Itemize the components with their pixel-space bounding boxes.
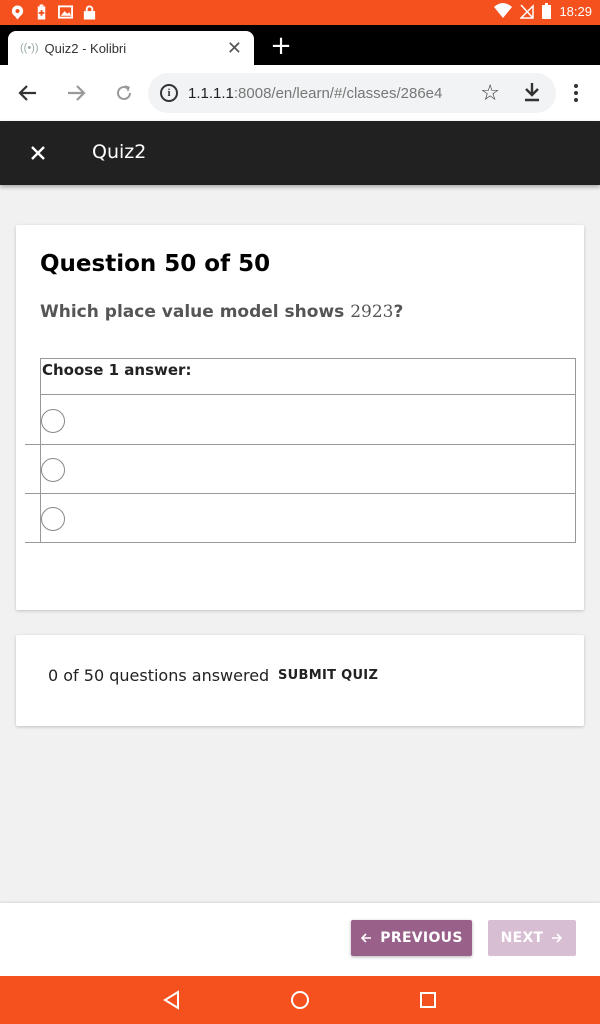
answer-choice-2[interactable] bbox=[25, 445, 576, 494]
wifi-icon bbox=[494, 3, 513, 18]
download-icon[interactable] bbox=[522, 81, 542, 107]
question-card: Question 50 of 50 Which place value mode… bbox=[16, 225, 584, 610]
answer-choices: Choose 1 answer: bbox=[25, 358, 576, 543]
radio-button[interactable] bbox=[41, 507, 65, 531]
status-time: 18:29 bbox=[559, 3, 592, 19]
arrow-left-icon bbox=[361, 933, 372, 943]
close-button[interactable] bbox=[24, 139, 52, 167]
close-icon bbox=[31, 146, 45, 160]
browser-toolbar: i 1.1.1.1:8008/en/learn/#/classes/286e4 … bbox=[0, 65, 600, 121]
address-bar[interactable]: i 1.1.1.1:8008/en/learn/#/classes/286e4 … bbox=[148, 73, 556, 113]
system-home-icon[interactable] bbox=[288, 988, 312, 1012]
question-heading: Question 50 of 50 bbox=[40, 251, 271, 277]
site-info-icon[interactable]: i bbox=[160, 84, 178, 102]
questions-answered-count: 0 of 50 questions answered bbox=[48, 666, 270, 685]
system-back-icon[interactable] bbox=[160, 988, 184, 1012]
browser-tab[interactable]: ((•)) Quiz2 - Kolibri ✕ bbox=[8, 31, 254, 65]
lock-icon bbox=[83, 5, 96, 20]
radio-button[interactable] bbox=[41, 458, 65, 482]
url-text: 1.1.1.1:8008/en/learn/#/classes/286e4 bbox=[188, 84, 443, 102]
reload-button[interactable] bbox=[110, 79, 138, 107]
new-tab-button[interactable]: + bbox=[268, 31, 294, 61]
arrow-right-icon bbox=[552, 933, 563, 943]
forward-button[interactable] bbox=[62, 79, 90, 107]
system-navigation-bar bbox=[0, 976, 600, 1024]
battery-icon bbox=[542, 3, 552, 19]
arrow-forward-icon bbox=[68, 85, 86, 101]
next-label: NEXT bbox=[500, 930, 544, 946]
image-icon bbox=[58, 5, 73, 19]
arrow-back-icon bbox=[18, 85, 36, 101]
reload-icon bbox=[117, 85, 131, 100]
radio-button[interactable] bbox=[41, 409, 65, 433]
quiz-progress-card: 0 of 50 questions answered SUBMIT QUIZ bbox=[16, 635, 584, 726]
next-button[interactable]: NEXT bbox=[488, 920, 576, 956]
answer-choice-1[interactable] bbox=[25, 396, 576, 445]
status-bar: 18:29 bbox=[0, 0, 600, 25]
browser-menu-icon[interactable] bbox=[566, 79, 586, 107]
back-button[interactable] bbox=[14, 79, 42, 107]
previous-button[interactable]: PREVIOUS bbox=[351, 920, 472, 956]
question-navigation: PREVIOUS NEXT bbox=[0, 903, 600, 976]
location-pin-icon bbox=[11, 5, 24, 20]
bookmark-star-icon[interactable]: ☆ bbox=[480, 81, 500, 106]
choose-answer-label: Choose 1 answer: bbox=[41, 359, 575, 395]
tab-close-icon[interactable]: ✕ bbox=[227, 38, 242, 59]
page-title: Quiz2 bbox=[92, 141, 147, 163]
tab-title: Quiz2 - Kolibri bbox=[44, 40, 127, 56]
system-recents-icon[interactable] bbox=[416, 988, 440, 1012]
submit-quiz-button[interactable]: SUBMIT QUIZ bbox=[278, 668, 378, 683]
no-signal-icon bbox=[520, 4, 535, 19]
previous-label: PREVIOUS bbox=[380, 930, 463, 946]
browser-tab-strip: ((•)) Quiz2 - Kolibri ✕ + bbox=[0, 25, 600, 65]
question-text: Which place value model shows 2923? bbox=[40, 302, 404, 322]
battery-saver-icon bbox=[37, 4, 46, 20]
answer-choice-3[interactable] bbox=[25, 494, 576, 543]
app-bar: Quiz2 bbox=[0, 121, 600, 185]
kolibri-favicon-icon: ((•)) bbox=[20, 42, 39, 54]
